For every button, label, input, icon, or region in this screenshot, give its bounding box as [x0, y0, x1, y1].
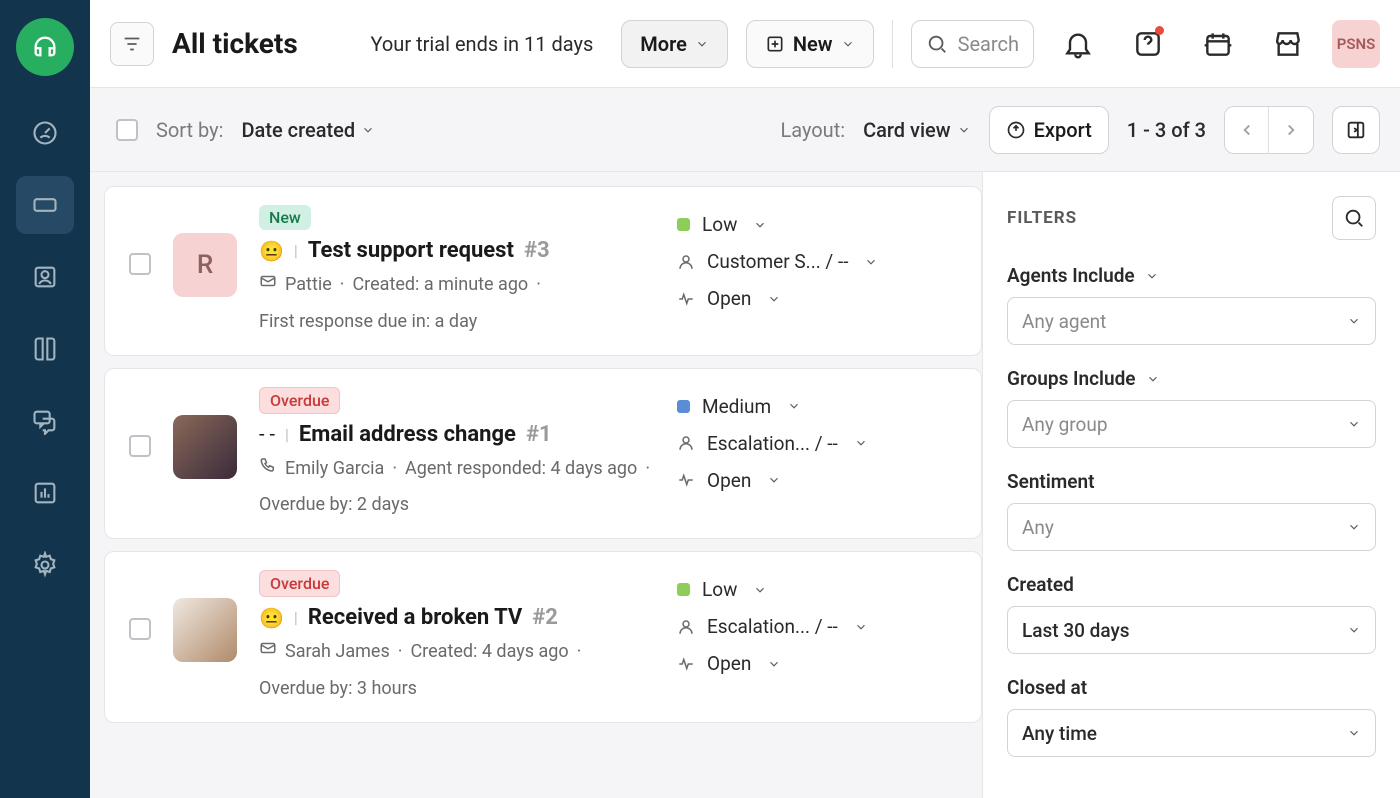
contact-avatar	[173, 598, 237, 662]
filter-search-button[interactable]	[1332, 196, 1376, 240]
notification-dot	[1155, 26, 1164, 35]
ticket-title[interactable]: Test support request	[308, 238, 514, 263]
filter-select[interactable]: Any group	[1007, 400, 1376, 448]
prev-page-button[interactable]	[1225, 107, 1269, 153]
filter-label: Groups Include	[1007, 367, 1376, 390]
more-button[interactable]: More	[621, 20, 728, 68]
help-icon[interactable]	[1126, 22, 1170, 66]
priority-indicator	[677, 583, 690, 596]
ticket-meta: Emily Garcia · Agent responded: 4 days a…	[259, 455, 655, 521]
ticket-card[interactable]: Overdue 😐 | Received a broken TV #2 Sara…	[104, 551, 982, 723]
ticket-title[interactable]: Email address change	[299, 422, 516, 447]
nav-dashboard[interactable]	[16, 104, 74, 162]
nav-reports[interactable]	[16, 464, 74, 522]
tickets-list: R New 😐 | Test support request #3 Pattie…	[90, 172, 982, 798]
nav-knowledge[interactable]	[16, 320, 74, 378]
new-button[interactable]: New	[746, 20, 874, 68]
calendar-icon[interactable]	[1196, 22, 1240, 66]
filters-title: FILTERS	[1007, 208, 1077, 228]
ticket-checkbox[interactable]	[129, 618, 151, 640]
next-page-button[interactable]	[1269, 107, 1313, 153]
page-title: All tickets	[172, 27, 298, 60]
status-dropdown[interactable]: Open	[677, 287, 957, 310]
ticket-id: #3	[524, 238, 550, 263]
panel-toggle-button[interactable]	[1332, 106, 1380, 154]
status-badge: Overdue	[259, 387, 340, 414]
ticket-card[interactable]: R New 😐 | Test support request #3 Pattie…	[104, 186, 982, 356]
contact-avatar	[173, 415, 237, 479]
ticket-id: #1	[526, 422, 552, 447]
ticket-title[interactable]: Received a broken TV	[308, 605, 522, 630]
sidebar	[0, 0, 90, 798]
layout-label: Layout:	[780, 118, 845, 142]
contact-avatar: R	[173, 233, 237, 297]
priority-dropdown[interactable]: Low	[677, 578, 957, 601]
assignee-dropdown[interactable]: Escalation... / --	[677, 432, 957, 455]
filters-panel: FILTERS Agents Include Any agent Groups …	[982, 172, 1400, 798]
marketplace-icon[interactable]	[1266, 22, 1310, 66]
user-avatar[interactable]: PSNS	[1332, 20, 1380, 68]
priority-dropdown[interactable]: Low	[677, 213, 957, 236]
layout-dropdown[interactable]: Card view	[863, 118, 971, 142]
nav-tickets[interactable]	[16, 176, 74, 234]
status-dropdown[interactable]: Open	[677, 469, 957, 492]
toolbar: Sort by: Date created Layout: Card view …	[90, 88, 1400, 172]
priority-dropdown[interactable]: Medium	[677, 395, 957, 418]
channel-icon	[259, 638, 277, 667]
app-logo[interactable]	[16, 18, 74, 76]
ticket-meta: Pattie · Created: a minute ago · First r…	[259, 271, 655, 337]
assignee-dropdown[interactable]: Customer S... / --	[677, 250, 957, 273]
select-all-checkbox[interactable]	[116, 119, 138, 141]
sentiment-icon: 😐	[259, 239, 284, 263]
ticket-card[interactable]: Overdue - - | Email address change #1 Em…	[104, 368, 982, 540]
nav-contacts[interactable]	[16, 248, 74, 306]
status-dropdown[interactable]: Open	[677, 652, 957, 675]
priority-indicator	[677, 218, 690, 231]
filter-select[interactable]: Any agent	[1007, 297, 1376, 345]
assignee-dropdown[interactable]: Escalation... / --	[677, 615, 957, 638]
filter-select[interactable]: Last 30 days	[1007, 606, 1376, 654]
sentiment-icon: 😐	[259, 606, 284, 630]
pagination-text: 1 - 3 of 3	[1127, 118, 1206, 142]
nav-chat[interactable]	[16, 392, 74, 450]
sentiment-icon: - -	[259, 422, 275, 446]
filter-label: Created	[1007, 573, 1376, 596]
channel-icon	[259, 455, 277, 484]
filter-label: Sentiment	[1007, 470, 1376, 493]
filter-label: Agents Include	[1007, 264, 1376, 287]
status-badge: New	[259, 205, 311, 230]
nav-settings[interactable]	[16, 536, 74, 594]
filter-label: Closed at	[1007, 676, 1376, 699]
filter-toggle-button[interactable]	[110, 22, 154, 66]
ticket-checkbox[interactable]	[129, 253, 151, 275]
ticket-meta: Sarah James · Created: 4 days ago · Over…	[259, 638, 655, 704]
filter-select[interactable]: Any	[1007, 503, 1376, 551]
topbar: All tickets Your trial ends in 11 days M…	[90, 0, 1400, 88]
trial-notice: Your trial ends in 11 days	[371, 32, 594, 56]
filter-select[interactable]: Any time	[1007, 709, 1376, 757]
search-input[interactable]: Search	[911, 20, 1034, 68]
pager	[1224, 106, 1314, 154]
channel-icon	[259, 271, 277, 300]
ticket-id: #2	[532, 605, 558, 630]
notifications-icon[interactable]	[1056, 22, 1100, 66]
ticket-checkbox[interactable]	[129, 435, 151, 457]
status-badge: Overdue	[259, 570, 340, 597]
export-button[interactable]: Export	[989, 106, 1109, 154]
sort-label: Sort by:	[156, 118, 223, 142]
priority-indicator	[677, 400, 690, 413]
sort-dropdown[interactable]: Date created	[241, 118, 375, 142]
